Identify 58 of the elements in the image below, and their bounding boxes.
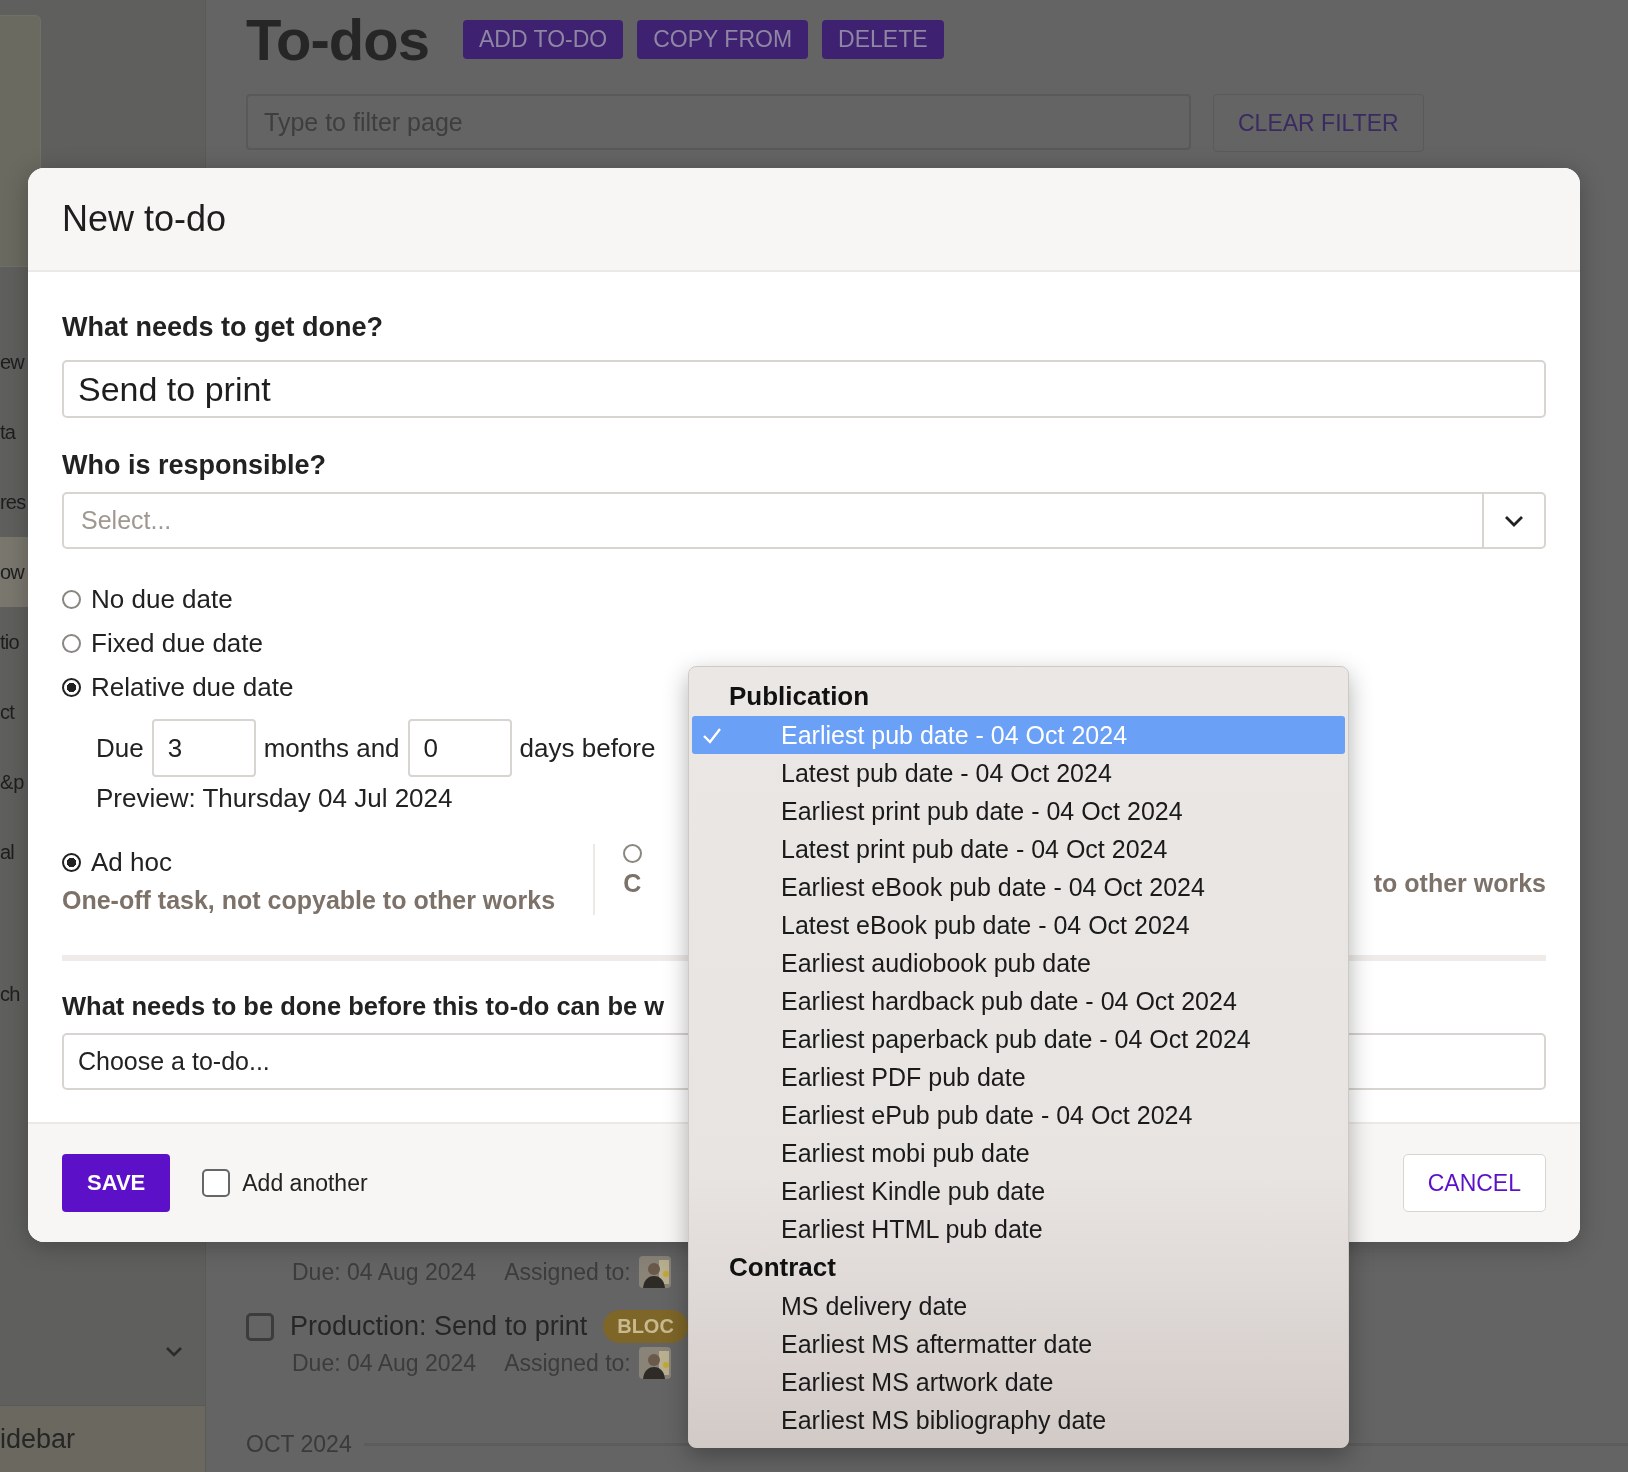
type-description: to other works [1373,869,1546,898]
field-label: What needs to be done before this to-do can be w [62,991,665,1022]
dropdown-option[interactable]: Earliest eBook pub date - 04 Oct 2024 [692,868,1345,906]
dropdown-option[interactable]: Earliest hardback pub date - 04 Oct 2024 [692,982,1345,1020]
responsible-field[interactable]: Select... [62,492,1484,549]
dropdown-option[interactable]: Earliest paperback pub date - 04 Oct 2024 [692,1020,1345,1058]
dropdown-option[interactable]: Earliest audiobook pub date [692,944,1345,982]
dropdown-option[interactable]: Earliest print pub date - 04 Oct 2024 [692,792,1345,830]
due-prefix: Due [96,732,144,764]
checkbox[interactable] [202,1169,231,1197]
radio-button[interactable] [62,677,81,697]
group-header: Publication [728,680,871,713]
dropdown-option[interactable]: MS delivery date [692,1287,1345,1325]
dropdown-option[interactable]: Earliest HTML pub date [692,1210,1345,1248]
action-button[interactable]: DELETE [822,19,944,59]
dropdown-option[interactable]: Earliest MS aftermatter date [692,1325,1345,1363]
chevron-down-icon[interactable] [165,1346,183,1358]
dropdown-toggle[interactable] [1484,492,1546,549]
radio-button[interactable] [62,633,81,653]
radio-label[interactable]: Relative due date [91,669,294,705]
group-header: Contract [728,1251,837,1284]
action-button[interactable]: ADD TO-DO [463,19,624,59]
dropdown-option[interactable]: Earliest MS artwork date [692,1363,1345,1401]
checkbox-label[interactable]: Add another [242,1169,368,1197]
action-button[interactable]: COPY FROM [637,19,809,59]
chevron-down-icon [1504,514,1524,527]
status-badge: BLOC [603,1310,688,1343]
dropdown-option[interactable]: Earliest PDF pub date [692,1058,1345,1096]
preview-text: Preview: Thursday 04 Jul 2024 [96,783,453,814]
radio-button[interactable] [62,852,81,872]
months-field[interactable]: 3 [151,719,256,777]
task-field[interactable]: Send to print [62,360,1546,418]
type-description: One-off task, not copyable to other works [62,886,556,915]
radio-button[interactable] [62,589,81,609]
modal-title: New to-do [62,198,227,240]
field-label: Who is responsible? [62,449,327,482]
dropdown-option[interactable]: Latest pub date - 04 Oct 2024 [692,754,1345,792]
todo-checkbox[interactable] [246,1312,274,1341]
days-label: days before [519,732,656,764]
dropdown-option[interactable]: Earliest Kindle pub date [692,1172,1345,1210]
save-button[interactable]: SAVE [62,1154,171,1212]
radio-button[interactable] [623,844,643,863]
check-icon [702,727,722,745]
dropdown-option[interactable]: Latest print pub date - 04 Oct 2024 [692,830,1345,868]
dropdown-option[interactable]: Earliest MS bibliography date [692,1401,1345,1439]
dropdown-option[interactable]: Latest eBook pub date - 04 Oct 2024 [692,906,1345,944]
field-label: What needs to get done? [62,311,383,344]
radio-label[interactable]: Fixed due date [91,625,263,661]
months-label: months and [263,732,400,764]
dropdown-option[interactable]: Earliest mobi pub date [692,1134,1345,1172]
sidebar-footer-label: idebar [0,1424,76,1455]
type-description: C [623,869,642,898]
dropdown-option[interactable]: Earliest ePub pub date - 04 Oct 2024 [692,1096,1345,1134]
radio-label[interactable]: Ad hoc [91,844,172,880]
days-field[interactable]: 0 [407,719,512,777]
radio-label[interactable]: No due date [91,581,233,617]
cancel-button[interactable]: CANCEL [1402,1154,1546,1212]
page-title: To-dos [246,5,429,73]
